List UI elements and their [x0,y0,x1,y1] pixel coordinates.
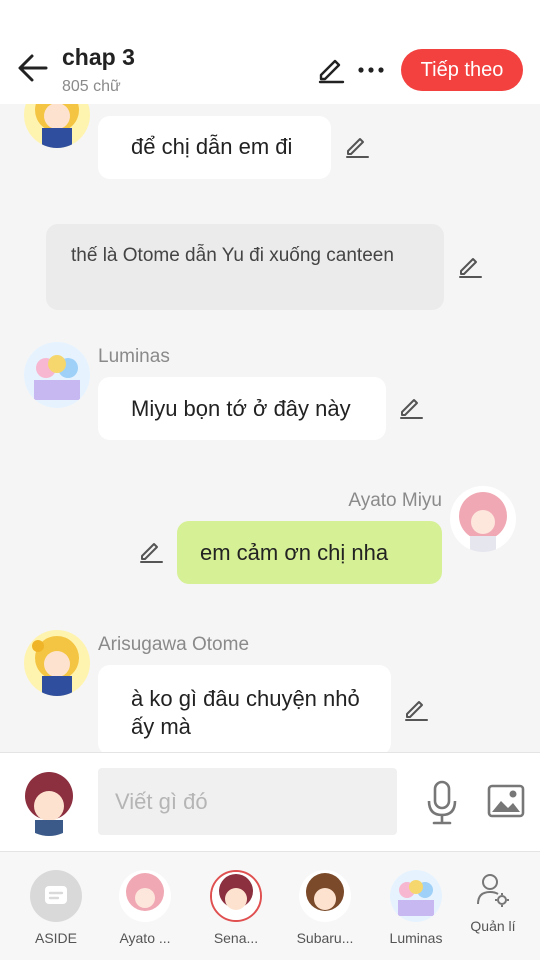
message-bubble[interactable]: à ko gì đâu chuyện nhỏ ấy mà [98,665,391,752]
pencil-icon[interactable] [403,697,429,723]
cast-label: Quản lí [470,918,516,934]
next-button[interactable]: Tiếp theo [401,49,523,91]
otome-avatar[interactable] [24,104,90,148]
more-options-icon[interactable] [356,56,386,84]
character-bar: ASIDE Ayato ... Sena... Subaru... Lumina… [0,852,540,960]
message-input[interactable] [98,768,397,835]
message-text: em cảm ơn chị nha [200,540,389,565]
message-text: à ko gì đâu chuyện nhỏ ấy mà [131,686,360,739]
miyu-avatar[interactable] [450,486,516,552]
luminas-avatar [390,870,442,922]
cast-label: Sena... [213,930,259,946]
sender-name: Luminas [98,346,170,367]
cast-item-luminas[interactable]: Luminas [380,870,452,946]
chapter-title[interactable]: chap 3 [62,44,135,71]
sena-avatar [210,870,262,922]
cast-item-ayato[interactable]: Ayato ... [109,870,181,946]
cast-label: Ayato ... [119,930,171,946]
cast-item-aside[interactable]: ASIDE [20,870,92,946]
narration-bubble[interactable]: thế là Otome dẫn Yu đi xuống canteen [46,224,444,310]
miyu-avatar [119,870,171,922]
otome-avatar[interactable] [24,630,90,696]
chat-area[interactable]: để chị dẫn em đi thế là Otome dẫn Yu đi … [0,104,540,752]
cast-label: Luminas [389,930,443,946]
aside-icon [30,870,82,922]
message-text: Miyu bọn tớ ở đây này [131,396,351,421]
cast-item-subaru[interactable]: Subaru... [289,870,361,946]
top-bar: chap 3 805 chữ Tiếp theo [0,0,540,104]
pencil-icon[interactable] [344,134,370,160]
message-bubble-own[interactable]: em cảm ơn chị nha [177,521,442,584]
cast-item-manage[interactable]: Quản lí [457,872,529,934]
sender-name: Arisugawa Otome [98,634,250,655]
image-icon[interactable] [487,784,525,818]
sender-name: Ayato Miyu [348,490,442,511]
pencil-icon[interactable] [316,55,346,85]
microphone-icon[interactable] [424,779,460,827]
pencil-icon[interactable] [398,395,424,421]
word-count: 805 chữ [62,78,121,95]
luminas-avatar[interactable] [24,342,90,408]
subaru-avatar [299,870,351,922]
cast-label: Subaru... [296,930,354,946]
message-text: để chị dẫn em đi [131,134,293,159]
back-arrow-icon[interactable] [16,50,50,86]
cast-label: ASIDE [34,930,77,946]
message-bubble[interactable]: Miyu bọn tớ ở đây này [98,377,386,440]
composer-bar [0,752,540,852]
current-character-avatar[interactable] [15,768,83,836]
pencil-icon[interactable] [457,254,483,280]
cast-item-sena[interactable]: Sena... [200,870,272,946]
narration-text: thế là Otome dẫn Yu đi xuống canteen [71,245,394,266]
pencil-icon[interactable] [138,539,164,565]
message-bubble[interactable]: để chị dẫn em đi [98,116,331,179]
manage-characters-icon [477,874,509,907]
